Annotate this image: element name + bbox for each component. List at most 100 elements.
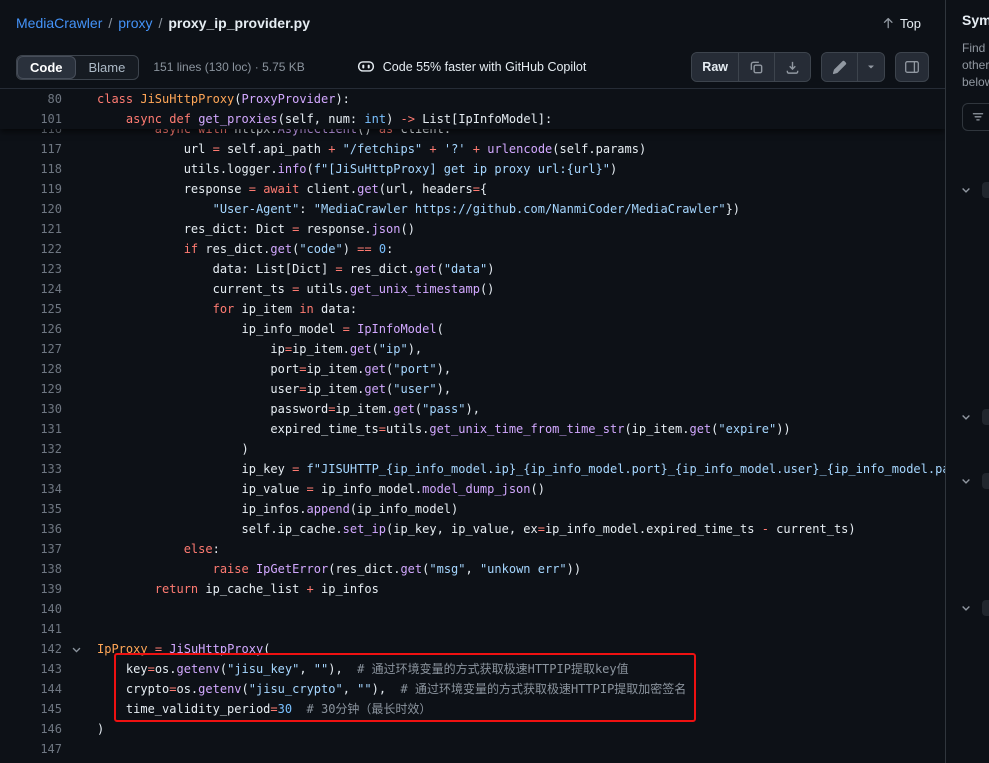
code-line: 146) (0, 719, 945, 739)
line-number[interactable]: 121 (0, 219, 62, 239)
symbol-item[interactable] (960, 600, 989, 616)
code-line: 130 password=ip_item.get("pass"), (0, 399, 945, 419)
fold-gutter (62, 339, 97, 359)
code-text: ip_key = f"JISUHTTP_{ip_info_model.ip}_{… (97, 459, 945, 479)
breadcrumb: MediaCrawler / proxy / proxy_ip_provider… (16, 15, 310, 31)
copilot-banner[interactable]: Code 55% faster with GitHub Copilot (357, 58, 587, 76)
chevron-down-icon (960, 602, 972, 614)
raw-button[interactable]: Raw (692, 53, 738, 81)
code-line: 117 url = self.api_path + "/fetchips" + … (0, 139, 945, 159)
code-text: ) (97, 719, 104, 739)
line-number[interactable]: 116 (0, 129, 62, 139)
line-number[interactable]: 136 (0, 519, 62, 539)
tab-code[interactable]: Code (17, 56, 76, 79)
breadcrumb-repo-link[interactable]: MediaCrawler (16, 15, 102, 31)
code-text: utils.logger.info(f"[JiSuHttpProxy] get … (97, 159, 617, 179)
line-number[interactable]: 126 (0, 319, 62, 339)
chevron-down-icon (865, 61, 877, 73)
edit-button[interactable] (822, 53, 857, 81)
chevron-down-icon (960, 411, 972, 423)
code-lines: 117 url = self.api_path + "/fetchips" + … (0, 139, 945, 759)
copy-button[interactable] (738, 53, 774, 81)
line-number[interactable]: 117 (0, 139, 62, 159)
tab-blame[interactable]: Blame (76, 56, 139, 79)
code-line: 142 IpProxy = JiSuHttpProxy( (0, 639, 945, 659)
line-number[interactable]: 118 (0, 159, 62, 179)
line-number[interactable]: 141 (0, 619, 62, 639)
line-number[interactable]: 139 (0, 579, 62, 599)
fold-gutter (62, 699, 97, 719)
fold-gutter (62, 129, 97, 139)
code-text: ip_infos.append(ip_info_model) (97, 499, 458, 519)
symbol-item[interactable] (960, 409, 989, 425)
code-text: expired_time_ts=utils.get_unix_time_from… (97, 419, 791, 439)
code-line: 120 "User-Agent": "MediaCrawler https://… (0, 199, 945, 219)
code-text: raise IpGetError(res_dict.get("msg", "un… (97, 559, 581, 579)
line-number[interactable]: 131 (0, 419, 62, 439)
line-number[interactable]: 123 (0, 259, 62, 279)
line-number[interactable]: 122 (0, 239, 62, 259)
line-number[interactable]: 145 (0, 699, 62, 719)
fold-gutter (62, 479, 97, 499)
line-number[interactable]: 80 (0, 89, 62, 109)
line-number[interactable]: 130 (0, 399, 62, 419)
code-text: return ip_cache_list + ip_infos (97, 579, 379, 599)
fold-chevron-icon[interactable] (62, 639, 97, 659)
code-line: 134 ip_value = ip_info_model.model_dump_… (0, 479, 945, 499)
code-line: 124 current_ts = utils.get_unix_timestam… (0, 279, 945, 299)
fold-gutter (62, 579, 97, 599)
partially-scrolled-line: 116 async with httpx.AsyncClient() as cl… (0, 129, 945, 139)
breadcrumb-file-name: proxy_ip_provider.py (168, 15, 310, 31)
back-to-top-button[interactable]: Top (873, 12, 929, 35)
line-number[interactable]: 138 (0, 559, 62, 579)
line-number[interactable]: 140 (0, 599, 62, 619)
chevron-down-icon (960, 475, 972, 487)
code-text: IpProxy = JiSuHttpProxy( (97, 639, 270, 659)
fold-gutter (62, 279, 97, 299)
symbol-item[interactable] (960, 182, 989, 198)
fold-gutter (62, 379, 97, 399)
breadcrumb-separator: / (108, 15, 112, 31)
line-number[interactable]: 119 (0, 179, 62, 199)
code-text: current_ts = utils.get_unix_timestamp() (97, 279, 494, 299)
line-number[interactable]: 127 (0, 339, 62, 359)
symbols-panel-title: Symbols (962, 12, 989, 28)
code-text: time_validity_period=30 # 30分钟（最长时效） (97, 699, 431, 719)
symbol-pill (982, 409, 989, 425)
line-number[interactable]: 144 (0, 679, 62, 699)
fold-gutter (62, 259, 97, 279)
breadcrumb-folder-link[interactable]: proxy (118, 15, 152, 31)
symbols-filter-input[interactable] (962, 103, 989, 131)
fold-gutter (62, 599, 97, 619)
line-number[interactable]: 101 (0, 109, 62, 129)
code-line: 135 ip_infos.append(ip_info_model) (0, 499, 945, 519)
filter-icon (971, 110, 985, 124)
line-number[interactable]: 129 (0, 379, 62, 399)
symbol-item[interactable] (960, 473, 989, 489)
line-number[interactable]: 135 (0, 499, 62, 519)
line-number[interactable]: 124 (0, 279, 62, 299)
line-number[interactable]: 133 (0, 459, 62, 479)
line-number[interactable]: 147 (0, 739, 62, 759)
file-toolbar: Code Blame 151 lines (130 loc) · 5.75 KB… (0, 46, 945, 89)
line-number[interactable]: 132 (0, 439, 62, 459)
line-number[interactable]: 128 (0, 359, 62, 379)
code-text: response = await client.get(url, headers… (97, 179, 487, 199)
symbols-panel-toggle-button[interactable] (895, 52, 929, 82)
line-number[interactable]: 134 (0, 479, 62, 499)
line-number[interactable]: 146 (0, 719, 62, 739)
line-number[interactable]: 143 (0, 659, 62, 679)
line-number[interactable]: 142 (0, 639, 62, 659)
code-text: else: (97, 539, 220, 559)
edit-dropdown-button[interactable] (857, 53, 884, 81)
download-button[interactable] (774, 53, 810, 81)
fold-gutter (62, 199, 97, 219)
code-line: 118 utils.logger.info(f"[JiSuHttpProxy] … (0, 159, 945, 179)
code-line: 123 data: List[Dict] = res_dict.get("dat… (0, 259, 945, 279)
line-number[interactable]: 120 (0, 199, 62, 219)
line-number[interactable]: 137 (0, 539, 62, 559)
code-line: 116 async with httpx.AsyncClient() as cl… (0, 129, 945, 139)
fold-gutter (62, 89, 97, 109)
fold-gutter (62, 459, 97, 479)
line-number[interactable]: 125 (0, 299, 62, 319)
